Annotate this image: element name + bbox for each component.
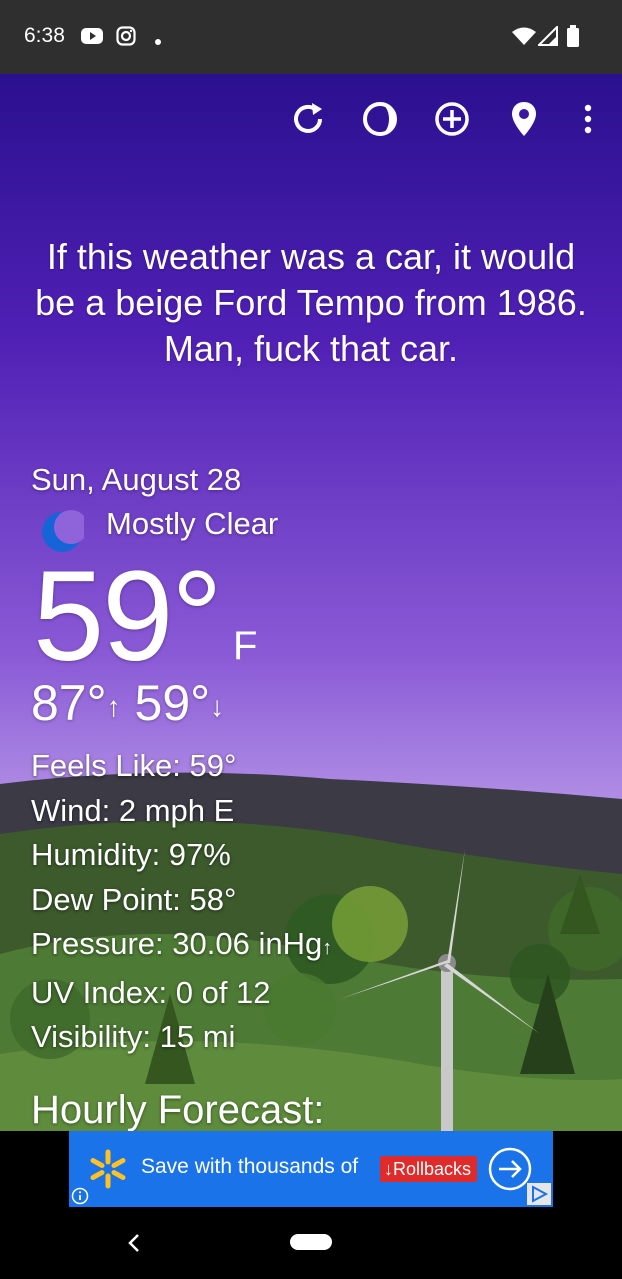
pressure-trend-icon: ↑ xyxy=(322,937,333,959)
wifi-icon xyxy=(511,26,537,51)
weather-app: If this weather was a car, it would be a… xyxy=(0,74,622,1131)
more-options-icon xyxy=(584,104,592,134)
high-low-temps: 87°↑ 59°↓ xyxy=(31,674,224,732)
back-icon[interactable] xyxy=(124,1231,144,1255)
snarky-quote: If this weather was a car, it would be a… xyxy=(35,236,587,369)
feels-like: Feels Like: 59° xyxy=(31,748,237,783)
cell-signal-icon xyxy=(536,24,558,51)
humidity: Humidity: 97% xyxy=(31,837,231,872)
location-pin-icon xyxy=(512,102,536,136)
status-time: 6:38 xyxy=(24,24,65,47)
refresh-icon xyxy=(294,103,322,133)
rollbacks-label: Rollbacks xyxy=(393,1159,472,1179)
status-bar: 6:38 xyxy=(0,0,622,74)
refresh-button[interactable] xyxy=(285,96,331,142)
battery-icon xyxy=(566,25,580,52)
ad-banner[interactable]: Save with thousands of ↓Rollbacks xyxy=(69,1131,553,1207)
instagram-icon xyxy=(116,26,136,51)
dew-point: Dew Point: 58° xyxy=(31,881,237,917)
more-options-button[interactable] xyxy=(565,96,611,142)
down-arrow-icon: ↓ xyxy=(384,1159,393,1179)
wind: Wind: 2 mph E xyxy=(31,792,235,828)
ad-text: Save with thousands of xyxy=(141,1155,359,1178)
temperature-unit: F xyxy=(233,624,258,668)
ad-info-icon[interactable] xyxy=(71,1187,89,1205)
high-temp: 87° xyxy=(31,675,107,731)
high-arrow-icon: ↑ xyxy=(106,690,121,722)
dot-icon xyxy=(154,33,162,51)
hourly-forecast-title: Hourly Forecast: xyxy=(31,1088,325,1131)
theme-button[interactable] xyxy=(357,96,403,142)
adchoices-icon[interactable] xyxy=(527,1183,551,1205)
pressure-row: Pressure: 30.06 inHg↑ xyxy=(31,922,332,971)
uv-index: UV Index: 0 of 12 xyxy=(31,974,271,1010)
add-location-icon xyxy=(435,102,469,136)
pressure: Pressure: 30.06 inHg xyxy=(31,926,323,961)
visibility: Visibility: 15 mi xyxy=(31,1019,236,1054)
location-button[interactable] xyxy=(501,96,547,142)
condition-text: Mostly Clear xyxy=(106,506,279,541)
current-temperature: 59° xyxy=(33,545,223,688)
ad-container: Save with thousands of ↓Rollbacks xyxy=(0,1131,622,1207)
youtube-icon xyxy=(80,26,104,51)
rollbacks-badge: ↓Rollbacks xyxy=(380,1156,478,1182)
forecast-date: Sun, August 28 xyxy=(31,462,242,497)
walmart-spark-icon xyxy=(90,1149,126,1189)
home-pill[interactable] xyxy=(290,1234,332,1250)
add-location-button[interactable] xyxy=(429,96,475,142)
theme-icon xyxy=(363,102,397,136)
details-list: Feels Like: 59° Wind: 2 mph E Humidity: … xyxy=(31,744,332,1060)
navigation-bar xyxy=(0,1207,622,1279)
low-arrow-icon: ↓ xyxy=(210,690,225,722)
low-temp: 59° xyxy=(134,675,211,731)
